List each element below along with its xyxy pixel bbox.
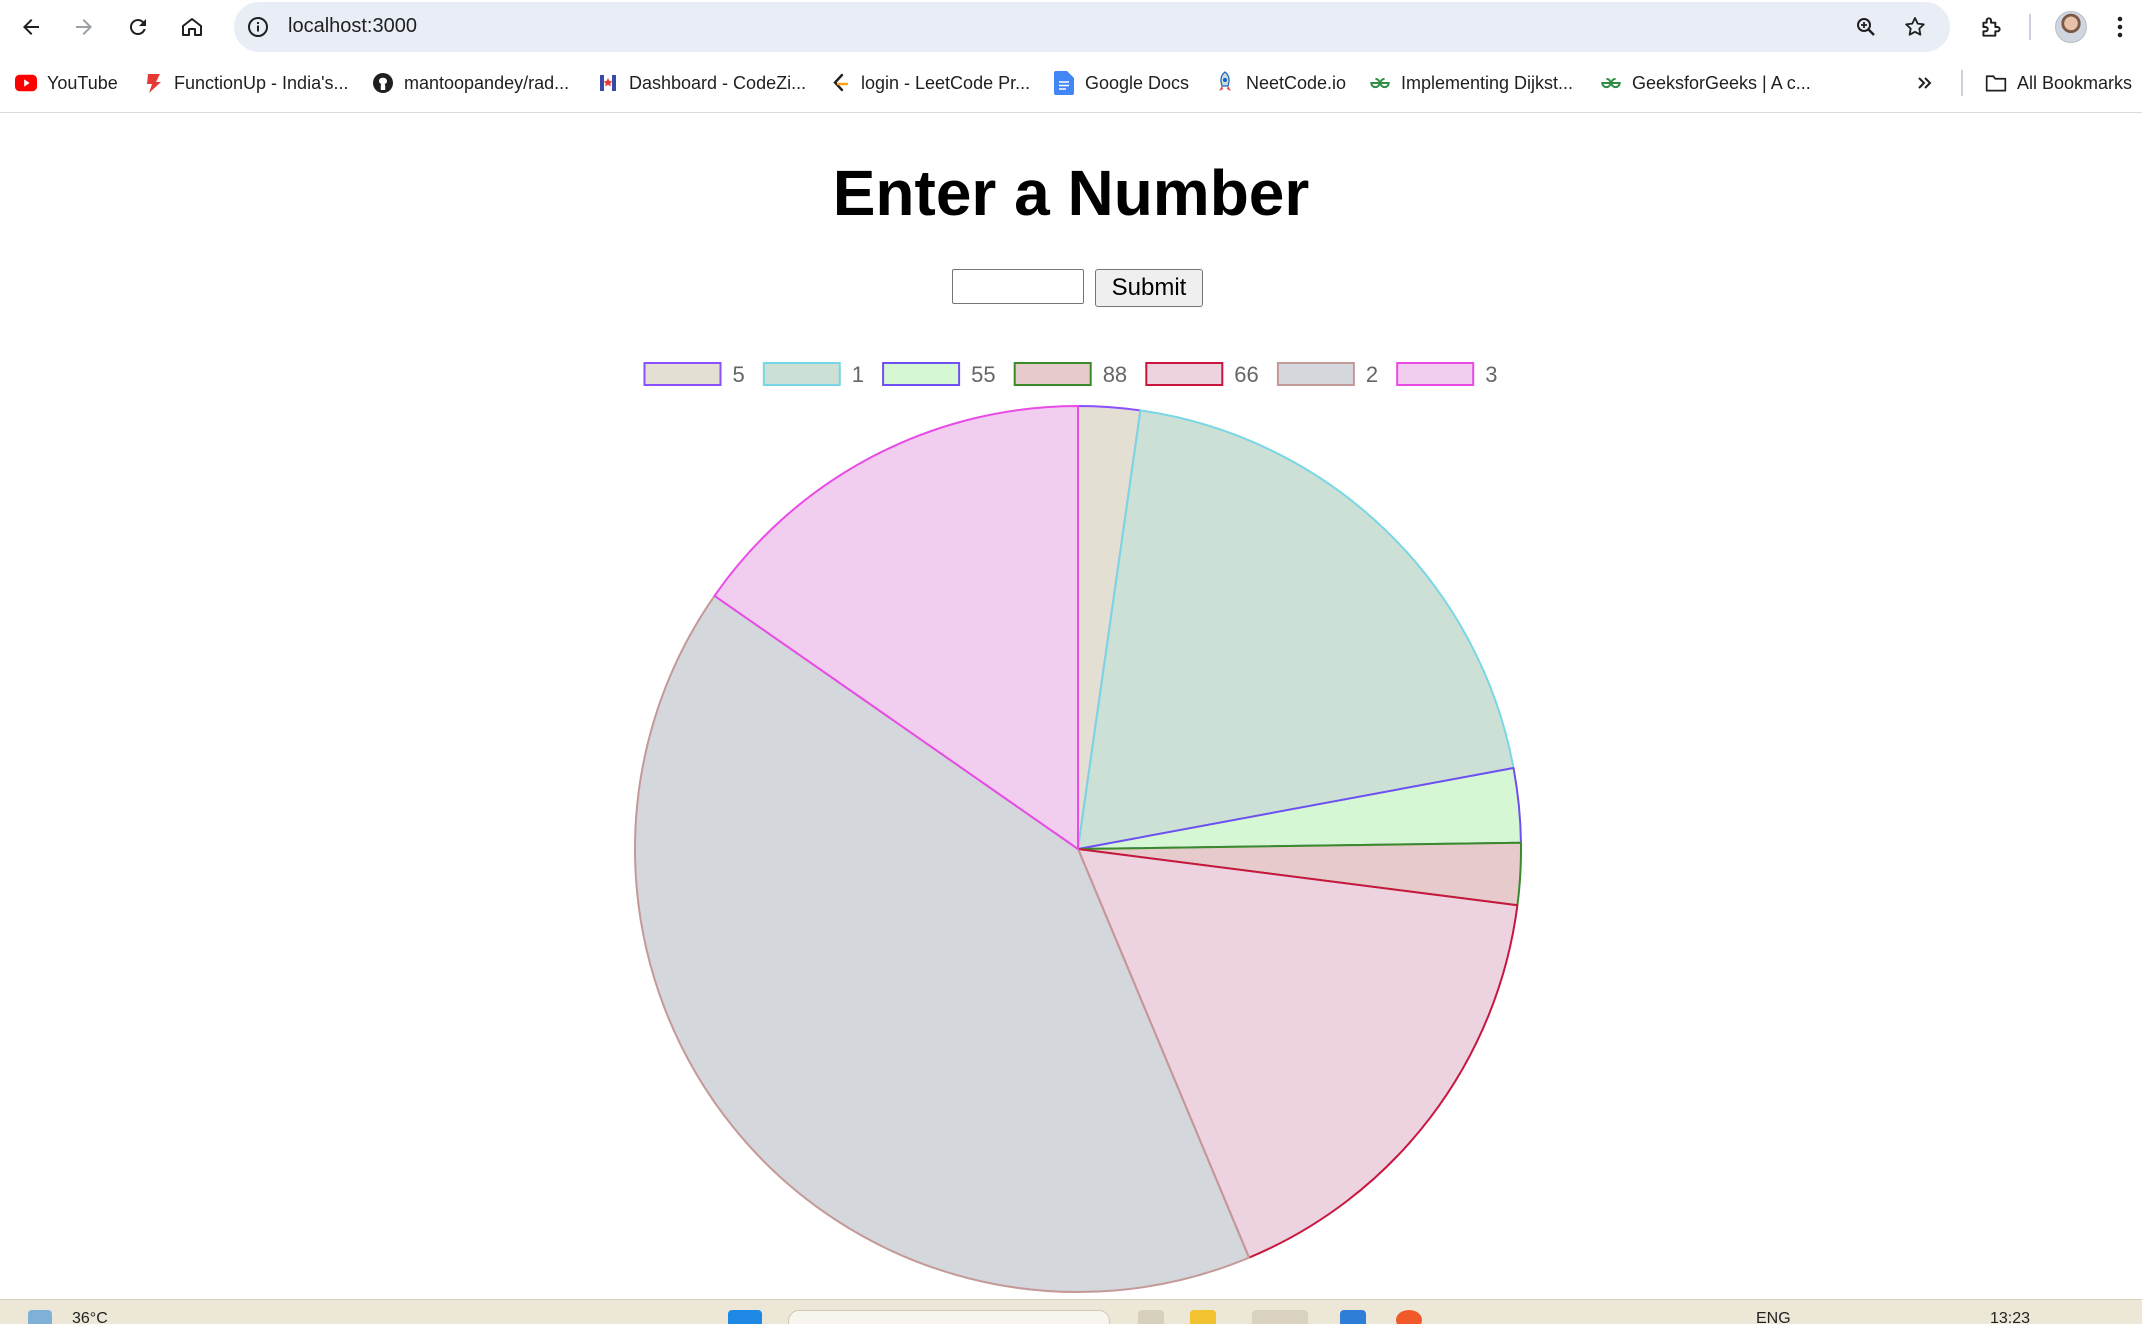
taskbar-app-icon[interactable] [1138, 1310, 1164, 1324]
bookmark-label: mantoopandey/rad... [404, 72, 570, 93]
bookmark-label: login - LeetCode Pr... [861, 72, 1031, 93]
legend-label: 55 [971, 362, 995, 387]
bookmark-label: FunctionUp - India's... [174, 72, 349, 93]
legend-item[interactable]: 55 [882, 362, 996, 387]
reload-button[interactable] [118, 7, 158, 47]
kebab-menu-icon [2117, 16, 2123, 38]
legend-label: 3 [1485, 362, 1497, 387]
legend-item[interactable]: 3 [1396, 362, 1497, 387]
legend-label: 5 [733, 362, 745, 387]
back-arrow-icon [23, 19, 39, 35]
chart-legend: 5 1 55 88 66 2 3 [643, 362, 1497, 387]
legend-label: 1 [852, 362, 864, 387]
bookmark-label: NeetCode.io [1246, 72, 1347, 93]
browser-toolbar: localhost:3000 [0, 0, 2142, 54]
back-button[interactable] [11, 7, 51, 47]
profile-button[interactable] [2051, 7, 2091, 47]
legend-item[interactable]: 1 [762, 362, 864, 387]
legend-swatch [882, 362, 961, 386]
legend-swatch [1396, 362, 1475, 386]
legend-swatch [1013, 362, 1092, 386]
page-title: Enter a Number [832, 157, 1310, 229]
pie-slices [634, 405, 1522, 1293]
google-docs-icon [1053, 71, 1075, 95]
taskbar-app-icon[interactable] [1340, 1310, 1366, 1324]
zoom-icon[interactable] [1852, 13, 1880, 41]
forward-arrow-icon [76, 19, 92, 35]
bookmarks-divider [1961, 70, 1963, 96]
puzzle-icon [1982, 17, 2001, 37]
github-icon [372, 72, 394, 94]
legend-swatch [762, 362, 841, 386]
legend-swatch [643, 362, 722, 386]
site-info-icon[interactable] [244, 13, 272, 41]
file-explorer-icon[interactable] [1190, 1310, 1216, 1324]
all-bookmarks-button[interactable]: All Bookmarks [1985, 68, 2132, 98]
legend-swatch [1145, 362, 1224, 386]
bookmark-label: Implementing Dijkst... [1401, 72, 1574, 93]
bookmark-star-icon[interactable] [1901, 13, 1929, 41]
all-bookmarks-label: All Bookmarks [2017, 72, 2133, 93]
taskbar-app-icon[interactable] [1396, 1310, 1422, 1324]
neetcode-icon [1214, 71, 1236, 94]
geeksforgeeks-icon [1600, 72, 1622, 94]
home-button[interactable] [172, 7, 212, 47]
codezinger-icon [597, 72, 619, 94]
folder-icon [1985, 72, 2007, 94]
bookmark-youtube[interactable]: YouTube [15, 68, 118, 98]
toolbar-divider [2029, 14, 2031, 40]
avatar [2055, 11, 2087, 43]
legend-item[interactable]: 66 [1145, 362, 1259, 387]
bookmark-geeksforgeeks[interactable]: GeeksforGeeks | A c... [1600, 68, 1811, 98]
submit-button[interactable]: Submit [1095, 269, 1203, 307]
menu-button[interactable] [2105, 7, 2135, 47]
chrome-taskbar-icon[interactable] [1252, 1310, 1308, 1324]
bookmarks-bar: YouTube FunctionUp - India's... mantoopa… [0, 54, 2142, 113]
bookmark-implementing-dijkstra[interactable]: Implementing Dijkst... [1369, 68, 1573, 98]
legend-item[interactable]: 5 [643, 362, 745, 387]
start-button[interactable] [728, 1310, 762, 1324]
legend-label: 88 [1103, 362, 1127, 387]
clock-time[interactable]: 13:23 [1990, 1310, 2030, 1324]
home-icon [182, 18, 202, 36]
pie-chart: 5 1 55 88 66 2 3 [634, 362, 1522, 1293]
bookmark-functionup[interactable]: FunctionUp - India's... [142, 68, 349, 98]
legend-item[interactable]: 88 [1013, 362, 1127, 387]
search-box[interactable] [788, 1310, 1110, 1324]
number-input[interactable] [952, 269, 1084, 304]
weather-icon [28, 1310, 52, 1324]
geeksforgeeks-icon [1369, 72, 1391, 94]
weather-text: 36°C [72, 1310, 108, 1324]
chevron-double-right-icon [1918, 77, 1932, 89]
reload-icon [129, 19, 146, 36]
bookmark-codezinger[interactable]: Dashboard - CodeZi... [597, 68, 806, 98]
language-indicator[interactable]: ENG [1756, 1310, 1791, 1324]
bookmark-label: GeeksforGeeks | A c... [1632, 72, 1811, 93]
address-bar[interactable]: localhost:3000 [234, 2, 1950, 52]
url-text[interactable]: localhost:3000 [288, 15, 417, 38]
bookmark-leetcode[interactable]: login - LeetCode Pr... [829, 68, 1030, 98]
youtube-icon [15, 72, 37, 94]
legend-label: 66 [1234, 362, 1258, 387]
windows-taskbar: 36°C ENG 13:23 [0, 1299, 2142, 1324]
legend-label: 2 [1366, 362, 1378, 387]
legend-item[interactable]: 2 [1276, 362, 1378, 387]
legend-swatch [1276, 362, 1355, 386]
leetcode-icon [829, 72, 851, 94]
bookmark-google-docs[interactable]: Google Docs [1053, 68, 1189, 98]
bookmark-neetcode[interactable]: NeetCode.io [1214, 68, 1346, 98]
forward-button[interactable] [64, 7, 104, 47]
bookmark-label: Dashboard - CodeZi... [629, 72, 807, 93]
extensions-button[interactable] [1971, 7, 2011, 47]
bookmark-label: YouTube [47, 72, 118, 93]
bookmark-github[interactable]: mantoopandey/rad... [372, 68, 569, 98]
bookmark-label: Google Docs [1085, 72, 1190, 93]
more-bookmarks-button[interactable] [1915, 68, 1935, 98]
functionup-icon [142, 72, 164, 94]
